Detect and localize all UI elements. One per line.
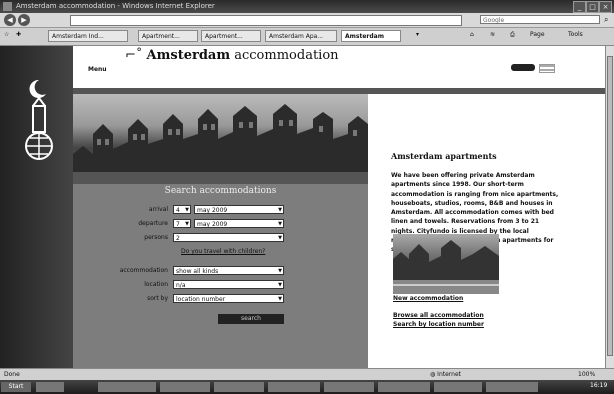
chevron-down-icon: ▼ <box>185 221 189 227</box>
taskbar-item[interactable] <box>486 382 538 392</box>
menu-link[interactable]: Menu <box>88 66 107 73</box>
departure-day-select[interactable]: 7 ▼ <box>173 219 191 228</box>
chevron-down-icon: ▼ <box>278 282 282 288</box>
address-bar: ◀ ▶ Google ⌕ <box>0 13 614 28</box>
window-title-bar: Amsterdam accommodation - Windows Intern… <box>0 0 614 13</box>
start-button[interactable]: Start <box>1 382 31 392</box>
departure-month-select[interactable]: may 2009 ▼ <box>194 219 284 228</box>
children-link[interactable]: Do you travel with children? <box>181 248 265 255</box>
canal-photo-illustration <box>393 240 499 294</box>
minimize-button[interactable]: _ <box>573 1 586 13</box>
canal-photo[interactable] <box>393 234 499 294</box>
arrival-label: arrival <box>148 206 168 213</box>
vertical-scrollbar[interactable] <box>605 46 614 368</box>
site-header: ⌐˚ Amsterdam accommodation Menu <box>73 46 608 88</box>
taskbar-item[interactable] <box>214 382 264 392</box>
search-input[interactable]: Google <box>480 15 600 24</box>
accommodation-select[interactable]: show all kinds ▼ <box>173 266 284 275</box>
status-bar: Done ◍ Internet 100% <box>0 368 614 380</box>
back-button[interactable]: ◀ <box>4 14 16 26</box>
search-location-link[interactable]: Search by location number <box>393 321 484 328</box>
status-text: Done <box>4 371 20 378</box>
taskbar-item[interactable] <box>160 382 210 392</box>
arrival-month-select[interactable]: may 2009 ▼ <box>194 205 284 214</box>
sort-label: sort by <box>147 295 168 302</box>
home-icon[interactable]: ⌂ <box>470 31 474 38</box>
logo-column <box>0 46 73 368</box>
search-heading: Search accommodations <box>164 186 277 196</box>
language-toggle[interactable] <box>511 64 535 71</box>
web-page: ⌐˚ Amsterdam accommodation Menu Search a… <box>0 46 608 368</box>
tab-list-icon[interactable]: ▾ <box>416 31 419 38</box>
site-title[interactable]: ⌐˚ Amsterdam accommodation <box>125 48 339 63</box>
persons-label: persons <box>144 234 168 241</box>
taskbar-item[interactable] <box>378 382 430 392</box>
tab-apartment-1[interactable]: Apartment... <box>138 30 198 42</box>
persons-select[interactable]: 2 ▼ <box>173 233 284 242</box>
quick-launch[interactable] <box>36 382 64 392</box>
tab-amsterdam-ind[interactable]: Amsterdam Ind... <box>48 30 128 42</box>
url-input[interactable] <box>70 15 462 26</box>
tab-amsterdam-apa[interactable]: Amsterdam Apa... <box>265 30 337 42</box>
browse-all-link[interactable]: Browse all accommodation <box>393 312 484 319</box>
globe-icon: ◍ <box>430 371 436 378</box>
tabs-bar: ☆ ✚ Amsterdam Ind... Apartment... Apartm… <box>0 28 614 46</box>
sidebar-heading: Amsterdam apartments <box>391 151 497 161</box>
taskbar-item[interactable] <box>98 382 156 392</box>
accommodation-label: accommodation <box>119 267 168 274</box>
zoom-level[interactable]: 100% <box>578 371 595 378</box>
chevron-down-icon: ▼ <box>278 221 282 227</box>
departure-label: departure <box>138 220 168 227</box>
site-logo[interactable] <box>22 76 56 166</box>
chevron-down-icon: ▼ <box>278 268 282 274</box>
chevron-down-icon: ▼ <box>278 235 282 241</box>
search-form: Search accommodations arrival 4 ▼ may 200… <box>73 184 368 368</box>
arrival-day-select[interactable]: 4 ▼ <box>173 205 191 214</box>
scrollbar-thumb[interactable] <box>607 56 613 356</box>
tab-apartment-2[interactable]: Apartment... <box>201 30 261 42</box>
security-zone: ◍ Internet <box>430 371 461 378</box>
forward-button[interactable]: ▶ <box>18 14 30 26</box>
print-icon[interactable]: ⎙ <box>510 31 515 39</box>
new-accommodation-link[interactable]: New accommodation <box>393 295 463 302</box>
chevron-down-icon: ▼ <box>278 296 282 302</box>
clock: 16:19 <box>590 382 608 389</box>
browser-icon <box>3 2 12 11</box>
location-label: location <box>144 281 168 288</box>
add-favorite-icon[interactable]: ✚ <box>16 31 21 38</box>
window-title: Amsterdam accommodation - Windows Intern… <box>16 2 215 10</box>
taskbar: Start 16:19 <box>0 380 614 394</box>
flag-icon[interactable] <box>539 64 555 73</box>
taskbar-item[interactable] <box>324 382 374 392</box>
logo-mark-icon: ⌐˚ <box>125 48 143 63</box>
page-menu[interactable]: Page <box>530 31 545 38</box>
maximize-button[interactable]: □ <box>586 1 599 13</box>
taskbar-item[interactable] <box>434 382 482 392</box>
location-select[interactable]: n/a ▼ <box>173 280 284 289</box>
canal-houses-photo <box>73 94 368 184</box>
search-icon[interactable]: ⌕ <box>604 15 608 25</box>
tools-menu[interactable]: Tools <box>568 31 583 38</box>
taskbar-item[interactable] <box>268 382 320 392</box>
sort-select[interactable]: location number ▼ <box>173 294 284 303</box>
close-button[interactable]: × <box>599 1 612 13</box>
canal-houses-illustration <box>73 104 368 184</box>
chevron-down-icon: ▼ <box>185 207 189 213</box>
feeds-icon[interactable]: ≋ <box>490 31 495 38</box>
search-button[interactable]: search <box>218 314 284 324</box>
chevron-down-icon: ▼ <box>278 207 282 213</box>
favorites-star-icon[interactable]: ☆ <box>4 31 9 38</box>
tab-amsterdam-active[interactable]: Amsterdam <box>341 30 401 42</box>
